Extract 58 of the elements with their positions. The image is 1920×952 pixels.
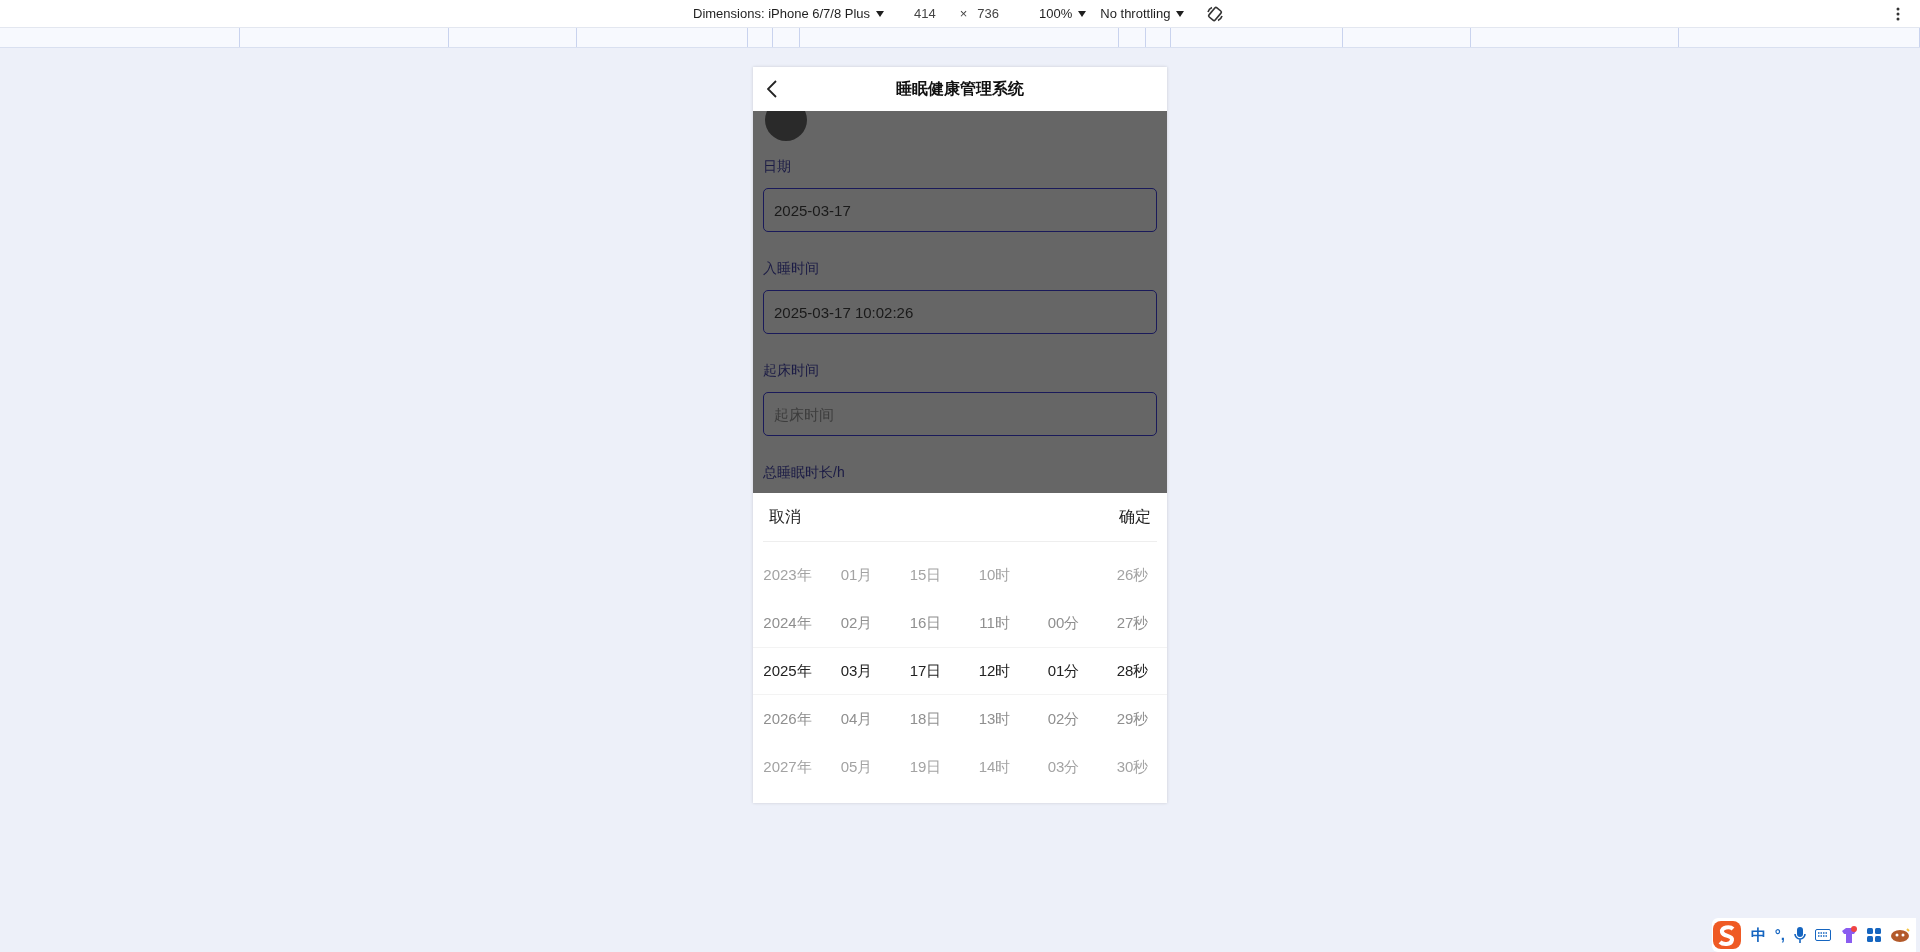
picker-option[interactable]: 18日	[891, 695, 960, 743]
picker-option[interactable]: 04月	[822, 695, 891, 743]
picker-option[interactable]: 01分	[1029, 647, 1098, 695]
picker-option[interactable]: 10时	[960, 551, 1029, 599]
microphone-icon[interactable]	[1794, 927, 1806, 943]
picker-option[interactable]: 03月	[822, 647, 891, 695]
picker-option[interactable]: 27秒	[1098, 599, 1167, 647]
field-label: 日期	[763, 159, 792, 173]
picker-option[interactable]: 13时	[960, 695, 1029, 743]
input-field[interactable]: 2025-03-17 10:02:26	[763, 290, 1157, 334]
picker-option[interactable]: 19日	[891, 743, 960, 791]
picker-option[interactable]: 30秒	[1098, 743, 1167, 791]
picker-option[interactable]: 11时	[960, 599, 1029, 647]
picker-option[interactable]: 15日	[891, 551, 960, 599]
picker-option[interactable]: 17日	[891, 647, 960, 695]
device-dropdown[interactable]: Dimensions: iPhone 6/7/8 Plus	[693, 3, 885, 24]
grid-icon[interactable]	[1867, 928, 1881, 942]
picker-option[interactable]: 00分	[1029, 599, 1098, 647]
dropdown-caret-icon	[876, 10, 885, 17]
field-label: 入睡时间	[763, 261, 820, 275]
picker-option[interactable]: 2027年	[753, 743, 822, 791]
picker-option[interactable]: 01月	[822, 551, 891, 599]
ime-logo-icon[interactable]	[1711, 920, 1742, 950]
dropdown-caret-icon	[1078, 10, 1087, 17]
punctuation-indicator[interactable]: °,	[1774, 923, 1785, 947]
field-label: 总睡眠时长/h	[763, 465, 846, 479]
picker-option[interactable]: 28秒	[1098, 647, 1167, 695]
language-indicator[interactable]: 中	[1750, 923, 1766, 947]
avatar	[765, 111, 807, 141]
page-title: 睡眠健康管理系统	[896, 79, 1024, 99]
picker-option[interactable]: 12时	[960, 647, 1029, 695]
picker-option[interactable]: 2024年	[753, 599, 822, 647]
zoom-dropdown[interactable]: 100%	[1039, 3, 1087, 24]
cancel-button[interactable]: 取消	[769, 505, 801, 529]
shirt-icon[interactable]	[1840, 926, 1858, 944]
picker-option[interactable]: 05月	[822, 743, 891, 791]
keyboard-icon[interactable]	[1815, 929, 1831, 941]
confirm-button[interactable]: 确定	[1119, 505, 1151, 529]
height-value[interactable]: 736	[977, 3, 1000, 24]
dropdown-caret-icon	[1176, 10, 1185, 17]
more-menu-icon[interactable]	[1896, 7, 1900, 21]
width-value[interactable]: 414	[914, 3, 936, 24]
picker-option[interactable]: 14时	[960, 743, 1029, 791]
mascot-icon[interactable]	[1890, 927, 1910, 943]
picker-option[interactable]: 29秒	[1098, 695, 1167, 743]
picker-option[interactable]: 16日	[891, 599, 960, 647]
input-field[interactable]: 2025-03-17	[763, 188, 1157, 232]
picker-option[interactable]: 26秒	[1098, 551, 1167, 599]
picker-option[interactable]: 03分	[1029, 743, 1098, 791]
picker-option[interactable]: 02月	[822, 599, 891, 647]
rotate-icon[interactable]	[1206, 4, 1225, 23]
times-sign: ×	[959, 4, 968, 23]
throttling-dropdown[interactable]: No throttling	[1100, 3, 1185, 24]
picker-option[interactable]: 2026年	[753, 695, 822, 743]
field-label: 起床时间	[763, 363, 820, 377]
picker-option[interactable]: 2023年	[753, 551, 822, 599]
picker-option[interactable]: 2025年	[753, 647, 822, 695]
picker-option[interactable]: 02分	[1029, 695, 1098, 743]
